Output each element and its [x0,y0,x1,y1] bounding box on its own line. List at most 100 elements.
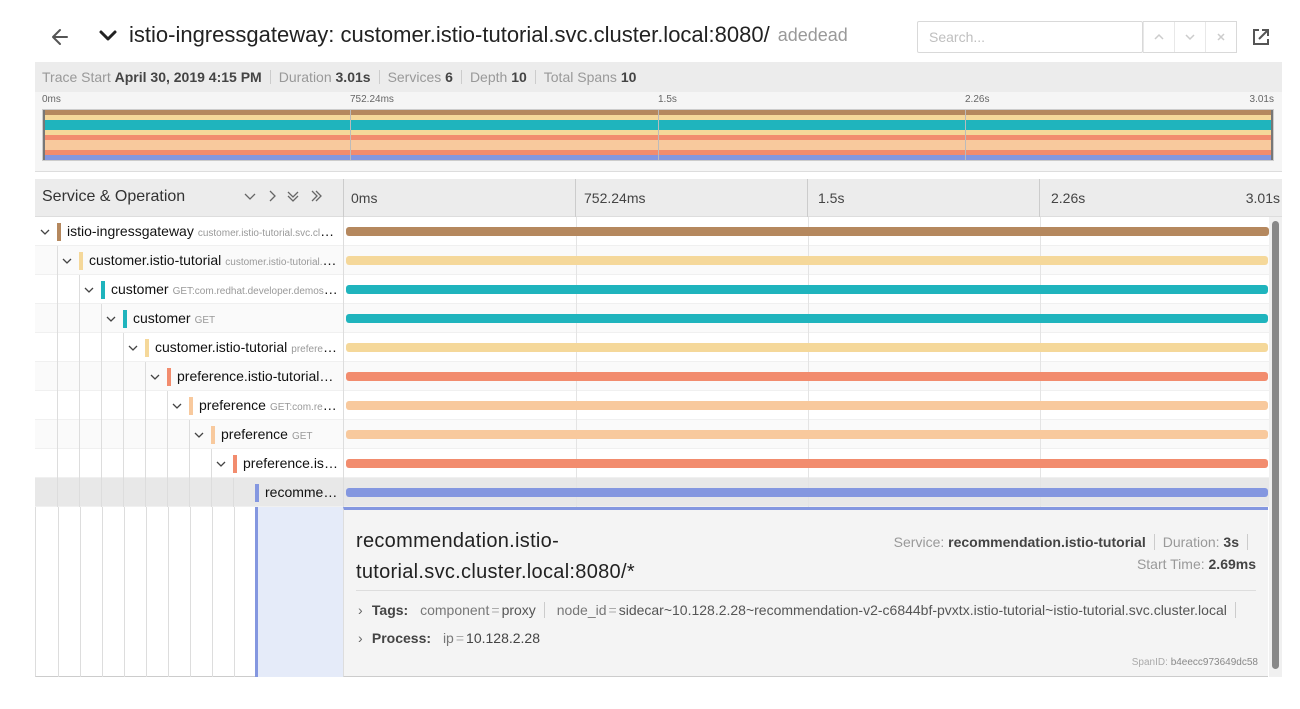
timeline-tick: 1.5s [818,190,845,206]
expand-one-icon[interactable] [265,189,279,203]
column-divider[interactable] [343,179,344,217]
span-bar-cell[interactable] [343,449,1269,478]
span-duration-bar[interactable] [346,372,1268,381]
span-label[interactable]: istio-ingressgateway customer.istio-tutor… [67,223,339,239]
span-row[interactable]: preference.istio-tutorialpreference:8080… [35,362,1269,391]
indent-guide [58,507,59,677]
minimap-range-handle[interactable] [43,110,45,160]
span-operation-name: GET [291,431,313,442]
span-row[interactable]: preferenceGET:com.redhat.developer [35,391,1269,420]
indent-guide [167,391,168,420]
span-duration-bar[interactable] [346,488,1268,497]
minimap-tick: 752.24ms [350,94,394,105]
span-duration-bar[interactable] [346,401,1268,410]
indent-guide [211,449,212,478]
span-name-cell[interactable]: customer.istio-tutorialpreference:8080/ [35,333,343,362]
trace-summary-bar: Trace Start April 30, 2019 4:15 PM Durat… [35,62,1282,92]
chevron-down-icon[interactable] [39,225,51,237]
span-label[interactable]: customer GET [133,310,339,326]
span-duration-bar[interactable] [346,430,1268,439]
indent-guide [124,507,125,677]
detail-start-time: 2.69ms [1208,556,1256,572]
span-row[interactable]: customer.istio-tutorialpreference:8080/ [35,333,1269,362]
span-row[interactable]: recommendation.istio-tutorial [35,478,1269,507]
chevron-right-icon: › [358,602,363,618]
span-row[interactable]: preference GET [35,420,1269,449]
span-name-cell[interactable]: customer GET [35,304,343,333]
scrollbar-thumb[interactable] [1272,221,1279,669]
span-label[interactable]: preference GET [221,426,339,442]
span-label[interactable]: customer.istio-tutorial customer.istio-tu… [89,252,339,268]
span-bar-cell[interactable] [343,362,1269,391]
span-bar-cell[interactable] [343,246,1269,275]
span-bar-cell[interactable] [343,478,1269,507]
span-name-cell[interactable]: preference.istio-tutorial [35,449,343,478]
span-duration-bar[interactable] [346,314,1268,323]
chevron-down-icon[interactable] [193,428,205,440]
span-name-cell[interactable]: preference GET [35,420,343,449]
span-bar-cell[interactable] [343,333,1269,362]
span-duration-bar[interactable] [346,256,1268,265]
span-name-cell[interactable]: preferenceGET:com.redhat.developer [35,391,343,420]
span-bar-cell[interactable] [343,217,1269,246]
span-name-cell[interactable]: customer.istio-tutorial customer.istio-tu… [35,246,343,275]
indent-guide [57,420,58,449]
span-row[interactable]: preference.istio-tutorial [35,449,1269,478]
span-duration-bar[interactable] [346,227,1269,236]
span-label[interactable]: preferenceGET:com.redhat.developer [199,397,339,413]
clear-search-button[interactable] [1205,22,1236,52]
span-name-cell[interactable]: istio-ingressgateway customer.istio-tutor… [35,217,343,246]
chevron-down-icon[interactable] [127,341,139,353]
span-bar-cell[interactable] [343,420,1269,449]
vertical-scrollbar[interactable] [1269,217,1282,677]
indent-guide [145,478,146,507]
span-duration-bar[interactable] [346,459,1268,468]
back-arrow-icon[interactable] [45,24,77,50]
expand-all-icon[interactable] [309,189,323,203]
collapse-all-icon[interactable] [286,189,300,203]
span-row[interactable]: istio-ingressgateway customer.istio-tutor… [35,217,1269,246]
detail-duration: 3s [1223,534,1239,550]
minimap-range-handle[interactable] [1271,110,1273,160]
chevron-down-icon[interactable] [61,254,73,266]
chevron-down-icon[interactable] [105,312,117,324]
process-section[interactable]: › Process: ip = 10.128.2.28 [358,630,1253,646]
span-row[interactable]: customer.istio-tutorial customer.istio-tu… [35,246,1269,275]
chevron-down-icon[interactable] [171,399,183,411]
span-name-cell[interactable]: recommendation.istio-tutorial [35,478,343,507]
span-duration-bar[interactable] [346,343,1268,352]
collapse-one-icon[interactable] [243,189,257,203]
prev-result-button[interactable] [1143,22,1174,52]
span-bar-cell[interactable] [343,304,1269,333]
trace-duration: Duration 3.01s [279,70,380,84]
chevron-down-icon[interactable] [215,457,227,469]
span-label[interactable]: customer GET:com.redhat.developer.demos.c… [111,281,339,297]
indent-guide [57,304,58,333]
chevron-down-icon[interactable] [83,283,95,295]
trace-minimap[interactable]: 0ms 752.24ms 1.5s 2.26s 3.01s [35,92,1282,172]
span-detail-meta: Service: recommendation.istio-tutorial Du… [893,534,1256,550]
search-input[interactable] [917,21,1143,53]
minimap-canvas[interactable] [42,109,1274,161]
span-label[interactable]: preference.istio-tutorialpreference:8080… [177,368,339,384]
trace-id: adedead [777,24,848,45]
span-detail-start: Start Time: 2.69ms [1136,556,1256,572]
external-link-icon[interactable] [1250,26,1272,48]
span-duration-bar[interactable] [346,285,1268,294]
span-name-cell[interactable]: preference.istio-tutorialpreference:8080… [35,362,343,391]
span-name-cell[interactable]: customer GET:com.redhat.developer.demos.c… [35,275,343,304]
span-label[interactable]: preference.istio-tutorial [243,455,339,471]
span-row[interactable]: customer GET [35,304,1269,333]
tags-section[interactable]: › Tags: component = proxy node_id = sidecar~… [358,602,1253,618]
span-bar-cell[interactable] [343,391,1269,420]
minimap-tick: 2.26s [965,94,990,105]
chevron-down-icon[interactable] [149,370,161,382]
trace-title-toggle[interactable]: istio-ingressgateway: customer.istio-tut… [97,22,848,48]
span-label[interactable]: customer.istio-tutorialpreference:8080/ [155,339,339,355]
indent-guide [79,478,80,507]
span-bar-cell[interactable] [343,275,1269,304]
trace-title: istio-ingressgateway: customer.istio-tut… [129,22,770,47]
span-row[interactable]: customer GET:com.redhat.developer.demos.c… [35,275,1269,304]
next-result-button[interactable] [1174,22,1205,52]
span-label[interactable]: recommendation.istio-tutorial [265,484,339,500]
